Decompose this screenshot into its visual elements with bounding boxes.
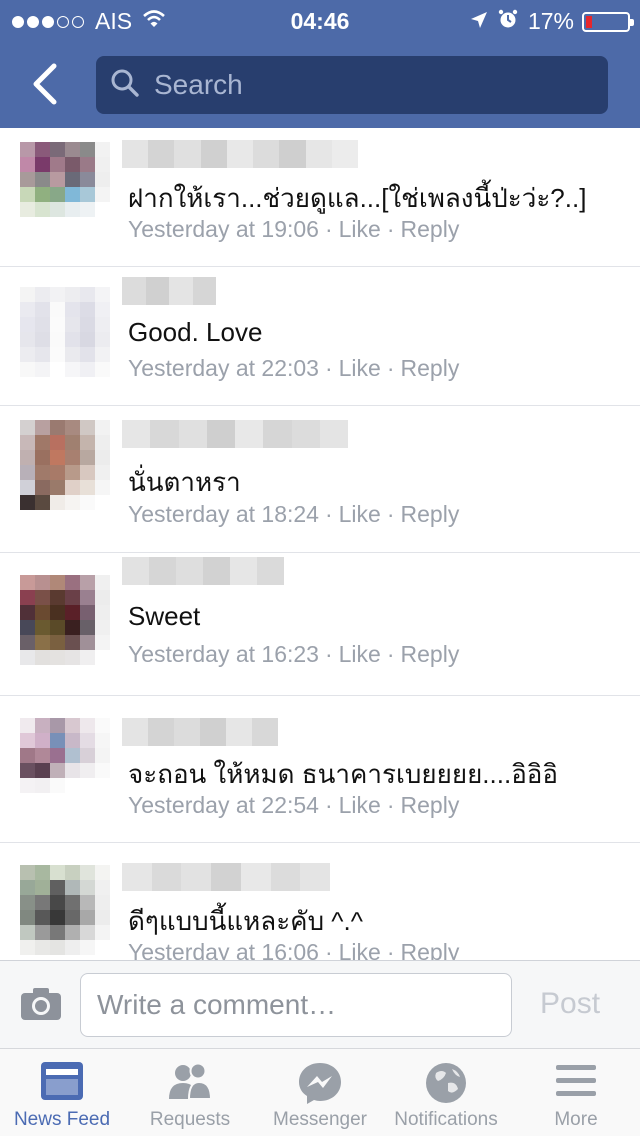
messenger-icon bbox=[297, 1061, 343, 1110]
comment-meta: Yesterday at 22:03 · Like · Reply bbox=[128, 355, 460, 381]
comment-text: นั่นตาหรา bbox=[128, 467, 241, 497]
comment-text: จะถอน ให้หมด ธนาคารเบยยยย....อิอิอิ bbox=[128, 759, 559, 789]
tab-label: Notifications bbox=[394, 1109, 498, 1130]
like-link[interactable]: Like bbox=[339, 641, 381, 667]
comment-text: ดีๆแบบนี้แหละคับ ^.^ bbox=[128, 906, 363, 936]
redacted-author-name[interactable] bbox=[122, 140, 358, 168]
tab-more[interactable]: More bbox=[512, 1049, 640, 1136]
avatar[interactable] bbox=[20, 287, 110, 377]
like-link[interactable]: Like bbox=[339, 792, 381, 818]
app: AIS 04:46 17% Search ฝากให้เรา...ช่วยดูแ… bbox=[0, 0, 640, 1136]
comment-item: ฝากให้เรา...ช่วยดูแล...[ใช่เพลงนี้ป่ะว่ะ… bbox=[0, 128, 640, 267]
comment-list[interactable]: ฝากให้เรา...ช่วยดูแล...[ใช่เพลงนี้ป่ะว่ะ… bbox=[0, 128, 640, 960]
reply-link[interactable]: Reply bbox=[401, 641, 460, 667]
reply-link[interactable]: Reply bbox=[401, 216, 460, 242]
chevron-left-icon bbox=[33, 63, 57, 105]
camera-icon bbox=[21, 988, 61, 1020]
reply-link[interactable]: Reply bbox=[401, 792, 460, 818]
comment-item: นั่นตาหรา Yesterday at 18:24 · Like · Reply bbox=[0, 406, 640, 553]
battery-percent: 17% bbox=[527, 8, 574, 34]
tab-requests[interactable]: Requests bbox=[124, 1049, 256, 1136]
like-link[interactable]: Like bbox=[339, 939, 381, 960]
comment-item: Good. Love Yesterday at 22:03 · Like · Reply bbox=[0, 267, 640, 406]
header: AIS 04:46 17% Search bbox=[0, 0, 640, 128]
comment-input[interactable] bbox=[80, 973, 512, 1037]
comment-item: Sweet Yesterday at 16:23 · Like · Reply bbox=[0, 553, 640, 696]
redacted-author-name[interactable] bbox=[122, 718, 278, 746]
redacted-author-name[interactable] bbox=[122, 863, 331, 891]
comment-timestamp: Yesterday at 22:54 bbox=[128, 792, 319, 818]
post-button[interactable]: Post bbox=[540, 987, 600, 1021]
tab-label: More bbox=[554, 1109, 598, 1130]
tab-messenger[interactable]: Messenger bbox=[256, 1049, 384, 1136]
location-arrow-icon bbox=[470, 8, 498, 35]
comment-text: Sweet bbox=[128, 601, 201, 631]
avatar[interactable] bbox=[20, 718, 110, 808]
requests-icon bbox=[165, 1061, 215, 1106]
redacted-author-name[interactable] bbox=[122, 420, 348, 448]
comment-item: ดีๆแบบนี้แหละคับ ^.^ Yesterday at 16:06 ·… bbox=[0, 843, 640, 960]
like-link[interactable]: Like bbox=[339, 216, 381, 242]
comment-meta: Yesterday at 16:06 · Like · Reply bbox=[128, 939, 459, 960]
tab-label: Requests bbox=[149, 1109, 231, 1130]
comment-meta: Yesterday at 19:06 · Like · Reply bbox=[128, 216, 460, 242]
comment-item: จะถอน ให้หมด ธนาคารเบยยยย....อิอิอิ Yest… bbox=[0, 696, 640, 843]
search-bar[interactable] bbox=[96, 56, 608, 114]
search-icon bbox=[110, 68, 140, 103]
avatar[interactable] bbox=[20, 420, 110, 510]
tab-label: Messenger bbox=[273, 1109, 367, 1130]
avatar[interactable] bbox=[20, 865, 110, 955]
redacted-author-name[interactable] bbox=[122, 277, 216, 305]
avatar[interactable] bbox=[20, 142, 110, 232]
news-feed-icon bbox=[40, 1061, 84, 1106]
reply-link[interactable]: Reply bbox=[401, 501, 460, 527]
like-link[interactable]: Like bbox=[339, 501, 381, 527]
comment-text: Good. Love bbox=[128, 317, 263, 347]
menu-icon bbox=[554, 1061, 598, 1106]
camera-button[interactable] bbox=[20, 987, 62, 1026]
status-bar: AIS 04:46 17% bbox=[0, 0, 640, 40]
like-link[interactable]: Like bbox=[339, 355, 381, 381]
avatar[interactable] bbox=[20, 575, 110, 665]
comment-text: ฝากให้เรา...ช่วยดูแล...[ใช่เพลงนี้ป่ะว่ะ… bbox=[128, 183, 587, 213]
comment-meta: Yesterday at 18:24 · Like · Reply bbox=[128, 501, 460, 527]
comment-meta: Yesterday at 16:23 · Like · Reply bbox=[128, 641, 460, 667]
reply-link[interactable]: Reply bbox=[401, 355, 460, 381]
back-button[interactable] bbox=[26, 62, 66, 106]
battery-icon bbox=[582, 11, 634, 32]
comment-composer: Post bbox=[0, 960, 640, 1048]
search-input[interactable] bbox=[154, 69, 574, 101]
globe-icon bbox=[424, 1061, 468, 1110]
comment-timestamp: Yesterday at 19:06 bbox=[128, 216, 319, 242]
redacted-author-name[interactable] bbox=[122, 557, 284, 585]
comment-timestamp: Yesterday at 16:06 bbox=[128, 939, 319, 960]
reply-link[interactable]: Reply bbox=[401, 939, 460, 960]
tab-news-feed[interactable]: News Feed bbox=[0, 1049, 124, 1136]
comment-timestamp: Yesterday at 18:24 bbox=[128, 501, 319, 527]
comment-timestamp: Yesterday at 16:23 bbox=[128, 641, 319, 667]
comment-timestamp: Yesterday at 22:03 bbox=[128, 355, 319, 381]
tab-label: News Feed bbox=[13, 1109, 111, 1130]
tab-bar: News Feed Requests Messenger Notificatio… bbox=[0, 1048, 640, 1136]
comment-meta: Yesterday at 22:54 · Like · Reply bbox=[128, 792, 460, 818]
alarm-clock-icon bbox=[498, 8, 528, 35]
tab-notifications[interactable]: Notifications bbox=[384, 1049, 508, 1136]
